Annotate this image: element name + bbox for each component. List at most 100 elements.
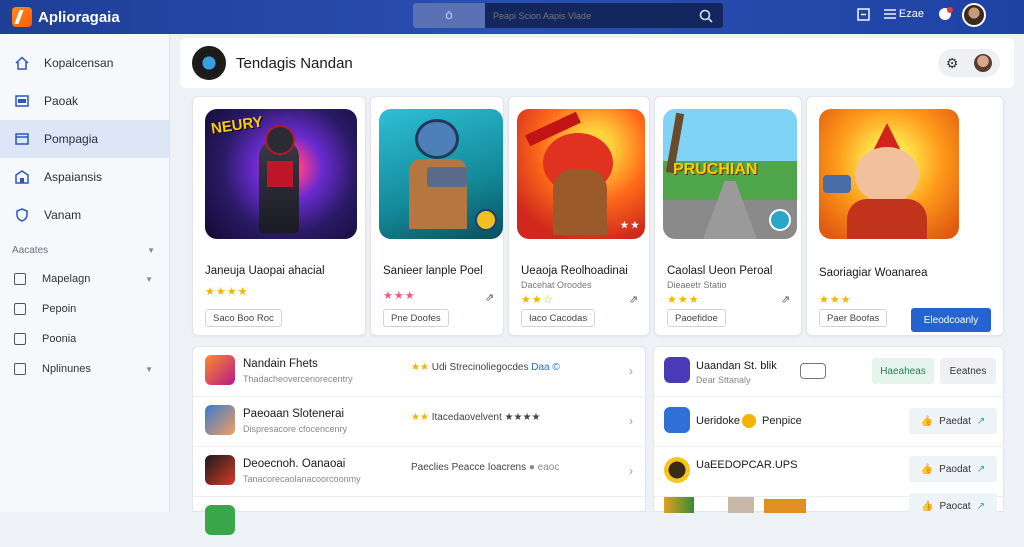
inbox-icon (14, 93, 30, 109)
status-pill[interactable]: Haeaheas (872, 358, 934, 384)
game-title: Caolasl Ueon Peroal (667, 265, 773, 277)
rating-stars: ★★ (411, 412, 429, 423)
panel-item[interactable]: UaEEDOPCAR.UPS 👍 Paodat ↗ (654, 447, 1005, 497)
sidebar-item-inbox[interactable]: Paoak (0, 82, 169, 120)
chevron-right-icon[interactable]: › (629, 364, 633, 378)
list-icon (883, 9, 896, 19)
sidebar: Kopalcensan Paoak Pompagia Aspaiansis Va… (0, 34, 170, 512)
sidebar-sub-item[interactable]: Nplinunes ▼ (0, 354, 169, 384)
thumbs-up-icon: 👍 (920, 415, 934, 427)
list-item[interactable]: Deoecnoh. Oanaoai Tanacorecaolanacoorcoo… (193, 447, 647, 497)
game-tag[interactable]: Paoefidoe (667, 309, 726, 327)
game-tag[interactable]: Paer Boofas (819, 309, 888, 327)
list-item-subtitle: Tanacorecaolanacoorcoonmy (243, 474, 361, 484)
sidebar-sub-label: Mapelagn (42, 273, 91, 285)
panel-item[interactable]: 👍 Paocat ↗ (654, 493, 1005, 547)
coin-icon (742, 414, 756, 428)
sidebar-item-active[interactable]: Pompagia (0, 120, 169, 158)
rating-stars: ★★☆ (521, 294, 554, 306)
game-tag[interactable]: Iaco Cacodas (521, 309, 596, 327)
gear-icon[interactable]: ⚙ (946, 55, 959, 72)
panel-item-subtitle: Dear Sttanaly (696, 375, 751, 385)
update-button[interactable]: 👍 Paedat ↗ (909, 408, 997, 434)
chevron-down-icon: ▼ (145, 274, 153, 284)
share-icon[interactable]: ⇗ (485, 291, 494, 304)
update-label: Paedat (939, 415, 971, 427)
game-subtitle: Dacehat Oroodes (521, 280, 592, 290)
game-art-image (819, 109, 959, 239)
game-art-text: ★ ★ (620, 220, 639, 230)
sidebar-item-home[interactable]: Kopalcensan (0, 44, 169, 82)
list-icon (14, 273, 26, 285)
chevron-right-icon[interactable]: › (629, 464, 633, 478)
update-button[interactable]: 👍 Paocat ↗ (909, 493, 997, 519)
game-thumbnail (664, 497, 694, 513)
list-item[interactable] (193, 497, 647, 547)
game-art-image: NEURY (205, 109, 357, 239)
sidebar-item-label: Vanam (44, 208, 82, 222)
chevron-right-icon[interactable]: › (629, 414, 633, 428)
list-item[interactable]: Paeoaan Slotenerai Dispresacore cfocence… (193, 397, 647, 447)
logo-icon (12, 7, 32, 27)
notification-icon[interactable] (938, 6, 954, 22)
game-thumbnail (205, 405, 235, 435)
toggle-icon[interactable] (800, 363, 826, 379)
rating-stars: ★★★ (383, 290, 416, 302)
sidebar-sub-label: Poonia (42, 333, 77, 345)
sidebar-sub-item[interactable]: Poonia (0, 324, 169, 354)
save-label: Ezae (898, 8, 924, 20)
list-item[interactable]: Nandain Fhets Thadacheovercenorecentry ★… (193, 347, 647, 397)
game-tag[interactable]: Saco Boo Roc (205, 309, 282, 327)
page-header: Tendagis Nandan ⚙ (180, 38, 1014, 88)
rating-stars: ★★ (411, 362, 429, 373)
game-card[interactable]: NEURY Janeuja Uaopai ahacial ★★★★ Saco B… (192, 96, 366, 336)
list-item-meta-text: Itacedaovelvent ★★★★ (431, 412, 541, 423)
update-button[interactable]: 👍 Paodat ↗ (909, 456, 997, 482)
sidebar-item-shield[interactable]: Vanam (0, 196, 169, 234)
rating-stars: ★★★★ (205, 286, 249, 298)
download-button[interactable]: Eleodcoanly (911, 308, 991, 332)
sidebar-item-label: Paoak (44, 94, 79, 108)
app-logo[interactable]: Aplioragaia (12, 7, 120, 27)
list-item-title: Deoecnoh. Oanaoai (243, 458, 346, 470)
game-card[interactable]: PRUCHIAN Caolasl Ueon Peroal Dieaeetr St… (654, 96, 802, 336)
panel-item[interactable]: Ueridoke Penpice 👍 Paedat ↗ (654, 397, 1005, 447)
thumbs-up-icon: 👍 (921, 500, 934, 512)
rating-stars: ★★★ (667, 294, 700, 306)
panel-item-title: Ueridoke (696, 415, 741, 427)
search-scope-chip[interactable]: Ö (413, 3, 485, 28)
sidebar-sub-label: Nplinunes (42, 363, 91, 375)
game-title: Saoriagiar Woanarea (819, 267, 928, 279)
app-title: Aplioragaia (38, 8, 120, 26)
list-item-title: Paeoaan Slotenerai (243, 408, 345, 420)
avatar[interactable] (974, 54, 993, 72)
sidebar-item-label: Aspaiansis (44, 170, 103, 184)
search-input[interactable] (485, 10, 695, 21)
save-button[interactable]: Ezae (883, 8, 924, 20)
game-tag[interactable]: Pne Doofes (383, 309, 449, 327)
game-subtitle: Dieaeetr Statio (667, 280, 727, 290)
features-button[interactable]: Eeatnes (940, 358, 996, 384)
game-card[interactable]: Saoriagiar Woanarea ★★★ Paer Boofas Eleo… (806, 96, 1004, 336)
share-icon[interactable]: ⇗ (629, 293, 638, 306)
panel-item-extra: Penpice (762, 415, 802, 427)
list-item-title: Nandain Fhets (243, 358, 318, 370)
sidebar-sub-item[interactable]: Mapelagn ▼ (0, 264, 169, 294)
game-card[interactable]: Sanieer lanple Poel ★★★ Pne Doofes ⇗ (370, 96, 504, 336)
sidebar-section-header[interactable]: Aacates ▼ (0, 236, 169, 264)
header-actions: ⚙ (938, 49, 1000, 77)
list-item-subtitle: Dispresacore cfocencenry (243, 424, 348, 434)
user-avatar[interactable] (962, 3, 986, 27)
copy-icon (14, 363, 26, 375)
window-icon[interactable] (857, 7, 870, 21)
game-card[interactable]: ★ ★ Ueaoja Reolhoadinai Dacehat Oroodes … (508, 96, 650, 336)
thumbs-up-icon: 👍 (920, 463, 934, 475)
panel-item[interactable]: Uaandan St. blik Dear Sttanaly Haeaheas … (654, 347, 1005, 397)
sidebar-item-store[interactable]: Aspaiansis (0, 158, 169, 196)
search-icon[interactable] (695, 5, 717, 27)
sidebar-sub-item[interactable]: Pepoin (0, 294, 169, 324)
share-icon[interactable]: ⇗ (781, 293, 790, 306)
list-item-badge: Daa © (531, 362, 560, 373)
arrow-icon: ↗ (976, 463, 986, 475)
panel-item-title: Uaandan St. blik (696, 360, 777, 372)
